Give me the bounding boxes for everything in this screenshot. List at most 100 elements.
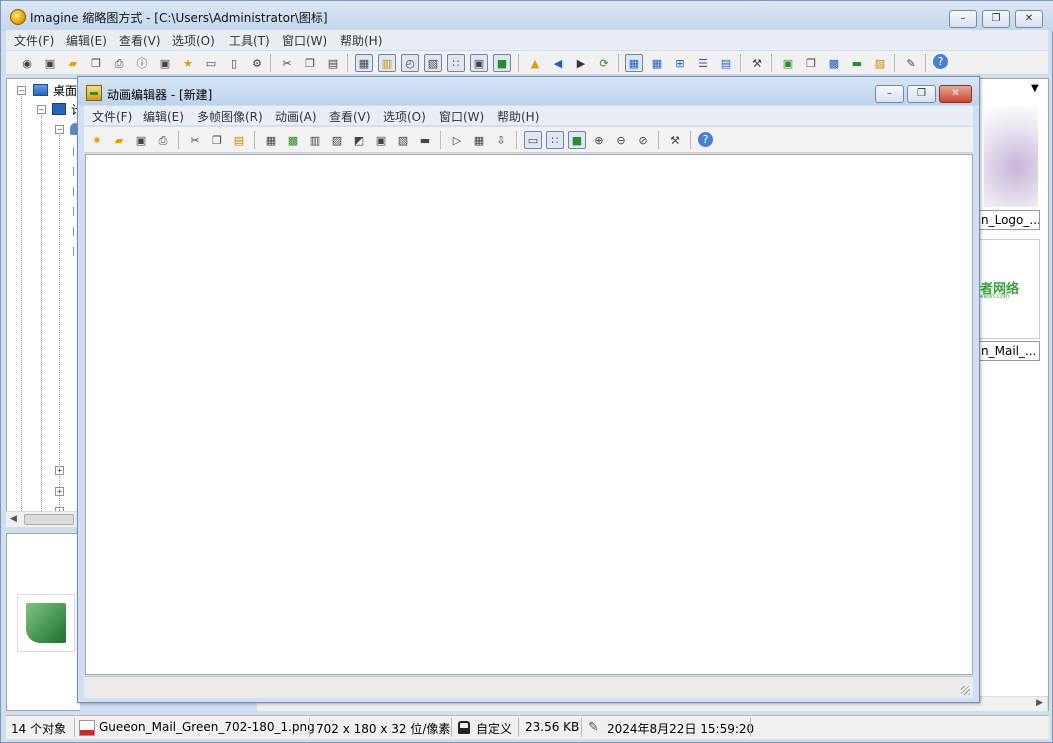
- collapse-icon[interactable]: –: [37, 105, 46, 114]
- expand-icon[interactable]: +: [55, 466, 64, 475]
- thumbnail-label[interactable]: n_Mail_...: [978, 341, 1040, 361]
- import-icon[interactable]: ⇩: [492, 131, 510, 149]
- paste-icon[interactable]: ▤: [324, 54, 342, 72]
- main-titlebar[interactable]: Imagine 缩略图方式 - [C:\Users\Administrator\…: [1, 1, 1053, 31]
- tools-icon[interactable]: ⚒: [666, 131, 684, 149]
- play-icon[interactable]: ▷: [448, 131, 466, 149]
- grid-view-icon[interactable]: ∷: [546, 131, 564, 149]
- child-close-button[interactable]: ✕: [939, 85, 972, 103]
- thumbnail-view-icon[interactable]: ▦: [355, 54, 373, 72]
- slideshow-icon[interactable]: ▣: [41, 54, 59, 72]
- eye-icon[interactable]: ◉: [18, 54, 36, 72]
- large-thumbs-icon[interactable]: ▦: [625, 54, 643, 72]
- convert-icon[interactable]: ▣: [779, 54, 797, 72]
- zoom-fit-icon[interactable]: ⊘: [634, 131, 652, 149]
- new-icon[interactable]: ✷: [88, 131, 106, 149]
- scrollbar-thumb[interactable]: [24, 514, 74, 525]
- thumbnail-panel[interactable]: n_Logo_... 者网络 eeon.com n_Mail_...: [978, 78, 1049, 711]
- child-menu-help[interactable]: 帮助(H): [497, 108, 539, 125]
- child-menu-view[interactable]: 查看(V): [329, 108, 371, 125]
- menu-tools[interactable]: 工具(T): [229, 32, 270, 49]
- child-titlebar[interactable]: 动画编辑器 - [新建] – ❐ ✕: [78, 77, 979, 105]
- batch-icon[interactable]: ❐: [802, 54, 820, 72]
- menu-window[interactable]: 窗口(W): [282, 32, 327, 49]
- menu-view[interactable]: 查看(V): [119, 32, 161, 49]
- animate-icon[interactable]: ▨: [871, 54, 889, 72]
- clock-icon[interactable]: ◴: [401, 54, 419, 72]
- edit-icon[interactable]: ✎: [902, 54, 920, 72]
- small-thumbs-icon[interactable]: ⊞: [671, 54, 689, 72]
- rename-icon[interactable]: ▭: [202, 54, 220, 72]
- child-restore-button[interactable]: ❐: [907, 85, 936, 103]
- grid-icon[interactable]: ∷: [447, 54, 465, 72]
- copy-files-icon[interactable]: ❐: [87, 54, 105, 72]
- frame-split-icon[interactable]: ▧: [394, 131, 412, 149]
- camera-icon[interactable]: ▣: [156, 54, 174, 72]
- tools-icon[interactable]: ⚒: [748, 54, 766, 72]
- open-icon[interactable]: ▰: [110, 131, 128, 149]
- child-menu-window[interactable]: 窗口(W): [439, 108, 484, 125]
- thumbnail-label[interactable]: n_Logo_...: [978, 210, 1040, 230]
- close-button[interactable]: ✕: [1015, 10, 1043, 28]
- filmstrip-icon[interactable]: ▥: [378, 54, 396, 72]
- export-icon[interactable]: ▦: [470, 131, 488, 149]
- image-view-icon[interactable]: ■: [568, 131, 586, 149]
- child-menu-options[interactable]: 选项(O): [383, 108, 426, 125]
- help-icon[interactable]: ?: [698, 132, 713, 147]
- copy-icon[interactable]: ❐: [208, 131, 226, 149]
- menu-help[interactable]: 帮助(H): [340, 32, 382, 49]
- frame-delete-icon[interactable]: ▥: [306, 131, 324, 149]
- open-folder-icon[interactable]: ▰: [64, 54, 82, 72]
- menu-edit[interactable]: 编辑(E): [66, 32, 107, 49]
- frame-crop-icon[interactable]: ▣: [372, 131, 390, 149]
- back-icon[interactable]: ◀: [549, 54, 567, 72]
- details-icon[interactable]: ▤: [717, 54, 735, 72]
- child-menu-animation[interactable]: 动画(A): [275, 108, 317, 125]
- settings-doc-icon[interactable]: ⚙: [248, 54, 266, 72]
- zoom-in-icon[interactable]: ⊕: [590, 131, 608, 149]
- refresh-icon[interactable]: ⟳: [595, 54, 613, 72]
- info-icon[interactable]: ⓘ: [133, 54, 151, 72]
- resize-grip-icon[interactable]: [961, 686, 970, 695]
- up-folder-icon[interactable]: ▲: [526, 54, 544, 72]
- print-icon[interactable]: ⎙: [110, 54, 128, 72]
- trash-icon[interactable]: ▯: [225, 54, 243, 72]
- image-view-icon[interactable]: ▧: [424, 54, 442, 72]
- help-icon[interactable]: ?: [933, 54, 948, 69]
- frame-view-icon[interactable]: ▭: [524, 131, 542, 149]
- save-icon[interactable]: ▣: [132, 131, 150, 149]
- folder-tree-panel[interactable]: – 桌面 – 计 – + + +: [6, 78, 83, 527]
- animation-canvas[interactable]: [85, 154, 973, 675]
- frame-insert-icon[interactable]: ▦: [262, 131, 280, 149]
- logo-thumbnail-image[interactable]: [984, 107, 1038, 207]
- expand-icon[interactable]: +: [55, 487, 64, 496]
- medium-thumbs-icon[interactable]: ▦: [648, 54, 666, 72]
- child-menu-multiframe[interactable]: 多帧图像(R): [197, 108, 263, 125]
- child-menu-file[interactable]: 文件(F): [92, 108, 132, 125]
- film-icon[interactable]: ▬: [848, 54, 866, 72]
- frame-duplicate-icon[interactable]: ▨: [328, 131, 346, 149]
- cut-icon[interactable]: ✂: [278, 54, 296, 72]
- collapse-icon[interactable]: –: [17, 86, 26, 95]
- preview-thumbnail[interactable]: [17, 594, 75, 652]
- forward-icon[interactable]: ▶: [572, 54, 590, 72]
- zoom-out-icon[interactable]: ⊖: [612, 131, 630, 149]
- scroll-right-icon[interactable]: ▶: [1036, 698, 1043, 708]
- fullscreen-icon[interactable]: ■: [493, 54, 511, 72]
- tree-item-desktop[interactable]: 桌面: [53, 82, 77, 99]
- chevron-down-icon[interactable]: ▼: [1031, 83, 1039, 94]
- mail-thumbnail-image[interactable]: 者网络 eeon.com: [978, 239, 1040, 339]
- restore-button[interactable]: ❐: [982, 10, 1010, 28]
- frame-add-icon[interactable]: ▩: [284, 131, 302, 149]
- paste-icon[interactable]: ▤: [230, 131, 248, 149]
- frame-merge-icon[interactable]: ▬: [416, 131, 434, 149]
- tree-horizontal-scrollbar[interactable]: ◀: [6, 511, 80, 527]
- scroll-left-icon[interactable]: ◀: [10, 514, 17, 524]
- copy-icon[interactable]: ❐: [301, 54, 319, 72]
- frame-invert-icon[interactable]: ◩: [350, 131, 368, 149]
- menu-options[interactable]: 选项(O): [172, 32, 215, 49]
- menu-file[interactable]: 文件(F): [14, 32, 54, 49]
- list-icon[interactable]: ☰: [694, 54, 712, 72]
- print-icon[interactable]: ⎙: [154, 131, 172, 149]
- cut-icon[interactable]: ✂: [186, 131, 204, 149]
